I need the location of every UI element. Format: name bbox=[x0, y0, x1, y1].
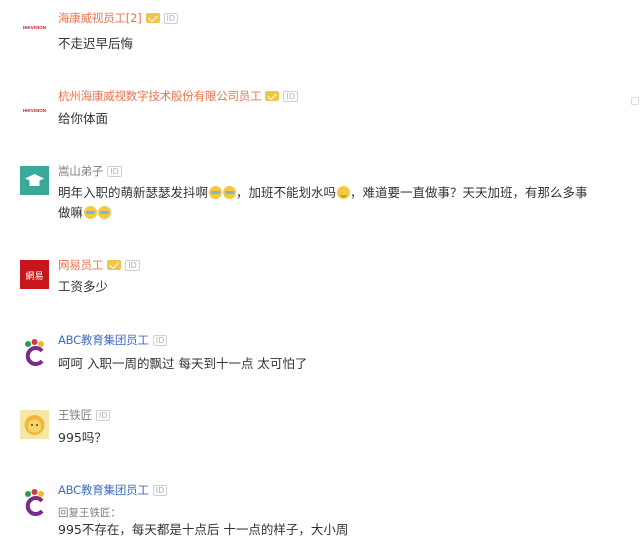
reply-to-label: 回复王铁匠： bbox=[58, 507, 121, 519]
comment-text: 995不存在，每天都是十点后 十一点的样子，大小周 bbox=[58, 522, 349, 537]
id-badge: ID bbox=[152, 484, 168, 496]
comment-text: 给你体面 bbox=[58, 111, 109, 126]
scroll-marker bbox=[631, 97, 639, 105]
laughing-tears-emoji-icon bbox=[83, 206, 97, 219]
comment-text: 工资多少 bbox=[58, 279, 109, 294]
id-badge: ID bbox=[125, 259, 140, 271]
sweat-emoji-icon bbox=[336, 186, 350, 199]
lion-cartoon-avatar[interactable] bbox=[20, 410, 49, 439]
svg-text:網易: 網易 bbox=[25, 270, 43, 282]
commenter-name[interactable]: 杭州海康威视数字技术股份有限公司员工 bbox=[58, 88, 262, 104]
verified-icon bbox=[145, 13, 160, 23]
crying-emoji-icon bbox=[208, 186, 222, 199]
graduation-cap-avatar[interactable] bbox=[20, 166, 49, 195]
laughing-tears-emoji-icon bbox=[97, 206, 111, 219]
id-badge: ID bbox=[283, 90, 298, 102]
commenter-name[interactable]: ABC教育集团员工 bbox=[58, 482, 149, 498]
comment-text: 995吗？ bbox=[58, 430, 107, 445]
svg-text:HIKVISION: HIKVISION bbox=[23, 108, 46, 113]
verified-icon bbox=[107, 260, 122, 270]
id-badge: ID bbox=[95, 409, 111, 421]
commenter-name[interactable]: 网易员工 bbox=[58, 257, 103, 273]
svg-text:HIKVISION: HIKVISION bbox=[23, 25, 46, 30]
comment-text: 呵呵 入职一周的飘过 每天到十一点 太可怕了 bbox=[58, 356, 308, 371]
id-badge: ID bbox=[163, 12, 179, 24]
hikvision-logo-avatar[interactable]: HIKVISION bbox=[20, 95, 49, 124]
commenter-name[interactable]: ABC教育集团员工 bbox=[58, 332, 149, 348]
abc-logo-avatar[interactable] bbox=[20, 487, 49, 516]
comment-text: 明年入职的萌新瑟瑟发抖啊 ，加班不能划水吗 ，难道要一直做事？天天加班，有那么多事做… bbox=[58, 185, 588, 220]
id-badge: ID bbox=[152, 334, 168, 346]
hikvision-logo-avatar[interactable]: HIKVISION bbox=[20, 12, 49, 41]
id-badge: ID bbox=[107, 165, 122, 177]
netease-logo-avatar[interactable]: 網易 bbox=[20, 260, 49, 289]
crying-emoji-icon bbox=[222, 186, 236, 199]
commenter-name[interactable]: 王铁匠 bbox=[58, 407, 92, 423]
commenter-name[interactable]: 海康威视员工[2] bbox=[58, 10, 142, 26]
comment-text: 不走迟早后悔 bbox=[58, 36, 134, 51]
commenter-name[interactable]: 嵩山弟子 bbox=[58, 163, 103, 179]
abc-logo-avatar[interactable] bbox=[20, 337, 49, 366]
verified-icon bbox=[265, 91, 280, 101]
